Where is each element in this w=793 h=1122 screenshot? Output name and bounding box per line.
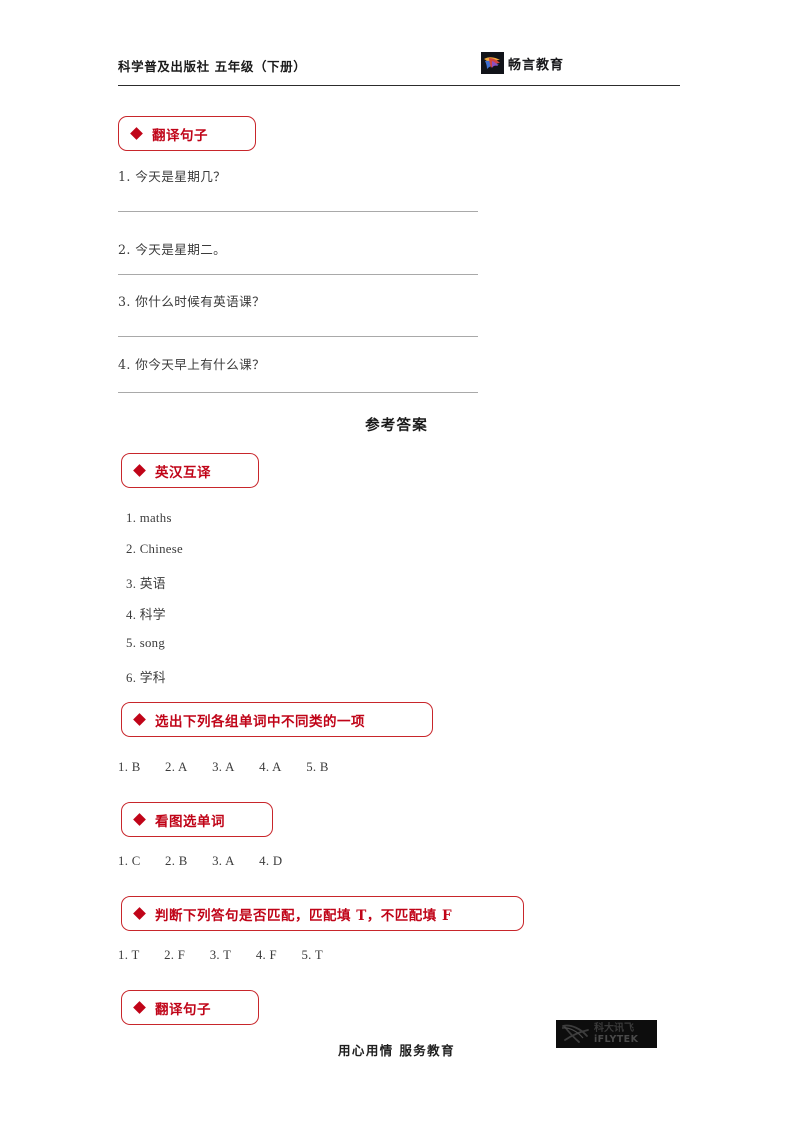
section-pill-label: 判断下列答句是否匹配，匹配填 T，不匹配填 F bbox=[155, 907, 453, 924]
section-pill-label: 英汉互译 bbox=[155, 464, 211, 481]
diamond-bullet-icon bbox=[133, 713, 146, 726]
section-pill-label: 选出下列各组单词中不同类的一项 bbox=[155, 713, 365, 730]
answer-cell: 2. A bbox=[165, 760, 188, 774]
bird-logo-icon bbox=[481, 52, 504, 74]
iflytek-logo-icon: 科大讯飞 iFLYTEK bbox=[556, 1020, 657, 1048]
diamond-bullet-icon bbox=[133, 907, 146, 920]
diamond-bullet-icon bbox=[133, 813, 146, 826]
question-item: 1. 今天是星期几？ bbox=[118, 169, 227, 184]
answer-cell: 3. A bbox=[212, 760, 235, 774]
section-pill-translate-sentences-top: 翻译句子 bbox=[118, 116, 256, 151]
section-pill-picture-word-choice: 看图选单词 bbox=[121, 802, 273, 837]
answer-cell: 3. T bbox=[209, 948, 232, 962]
section-pill-translate-sentences-bottom: 翻译句子 bbox=[121, 990, 259, 1025]
answer-cell: 1. C bbox=[118, 854, 141, 868]
answers-heading: 参考答案 bbox=[365, 417, 428, 434]
section-pill-match-true-false: 判断下列答句是否匹配，匹配填 T，不匹配填 F bbox=[121, 896, 524, 931]
diamond-bullet-icon bbox=[133, 464, 146, 477]
answer-row-odd-one-out: 1. B 2. A 3. A 4. A 5. B bbox=[118, 760, 350, 775]
diamond-bullet-icon bbox=[133, 1001, 146, 1014]
answer-cell: 5. B bbox=[306, 760, 329, 774]
brand-mark: 畅言教育 bbox=[481, 52, 564, 74]
section-pill-label: 翻译句子 bbox=[155, 1001, 211, 1018]
answer-cell: 1. B bbox=[118, 760, 141, 774]
answer-write-line[interactable] bbox=[118, 392, 478, 393]
iflytek-logo-en-text: iFLYTEK bbox=[594, 1033, 639, 1045]
answer-write-line[interactable] bbox=[118, 274, 478, 275]
answer-cell: 2. F bbox=[164, 948, 186, 962]
brand-name: 畅言教育 bbox=[508, 57, 565, 73]
iflytek-logo-cn-text: 科大讯飞 bbox=[594, 1022, 634, 1034]
section-pill-label: 看图选单词 bbox=[155, 813, 225, 830]
answer-cell: 1. T bbox=[118, 948, 140, 962]
answer-list-item: 6. 学科 bbox=[126, 671, 166, 685]
question-item: 2. 今天是星期二。 bbox=[118, 242, 227, 257]
page-header: 科学普及出版社 五年级（下册） 畅言教育 bbox=[118, 52, 680, 84]
section-pill-odd-one-out: 选出下列各组单词中不同类的一项 bbox=[121, 702, 433, 737]
answer-list-item: 4. 科学 bbox=[126, 608, 166, 622]
answer-write-line[interactable] bbox=[118, 211, 478, 212]
diamond-bullet-icon bbox=[130, 127, 143, 140]
answer-list-item: 3. 英语 bbox=[126, 577, 166, 591]
header-divider bbox=[118, 85, 680, 86]
answer-cell: 3. A bbox=[212, 854, 235, 868]
answer-cell: 4. F bbox=[255, 948, 277, 962]
answer-row-picture-word-choice: 1. C 2. B 3. A 4. D bbox=[118, 854, 303, 869]
question-item: 4. 你今天早上有什么课？ bbox=[118, 357, 266, 372]
answer-list-item: 1. maths bbox=[126, 511, 172, 525]
footer-slogan: 用心用情 服务教育 bbox=[338, 1043, 455, 1058]
question-item: 3. 你什么时候有英语课？ bbox=[118, 294, 266, 309]
answer-list-item: 2. Chinese bbox=[126, 542, 184, 556]
worksheet-page: 科学普及出版社 五年级（下册） 畅言教育 翻译句子 1. 今天是星期几？ 2. … bbox=[0, 0, 793, 1122]
answer-list-item: 5. song bbox=[126, 636, 166, 650]
section-pill-label: 翻译句子 bbox=[152, 127, 208, 144]
answer-cell: 4. D bbox=[259, 854, 283, 868]
answer-write-line[interactable] bbox=[118, 336, 478, 337]
publisher-title: 科学普及出版社 五年级（下册） bbox=[118, 59, 307, 74]
answer-cell: 2. B bbox=[165, 854, 188, 868]
section-pill-en-cn-translation: 英汉互译 bbox=[121, 453, 259, 488]
answer-cell: 4. A bbox=[259, 760, 282, 774]
answer-row-match-true-false: 1. T 2. F 3. T 4. F 5. T bbox=[118, 948, 344, 963]
answer-cell: 5. T bbox=[301, 948, 324, 962]
